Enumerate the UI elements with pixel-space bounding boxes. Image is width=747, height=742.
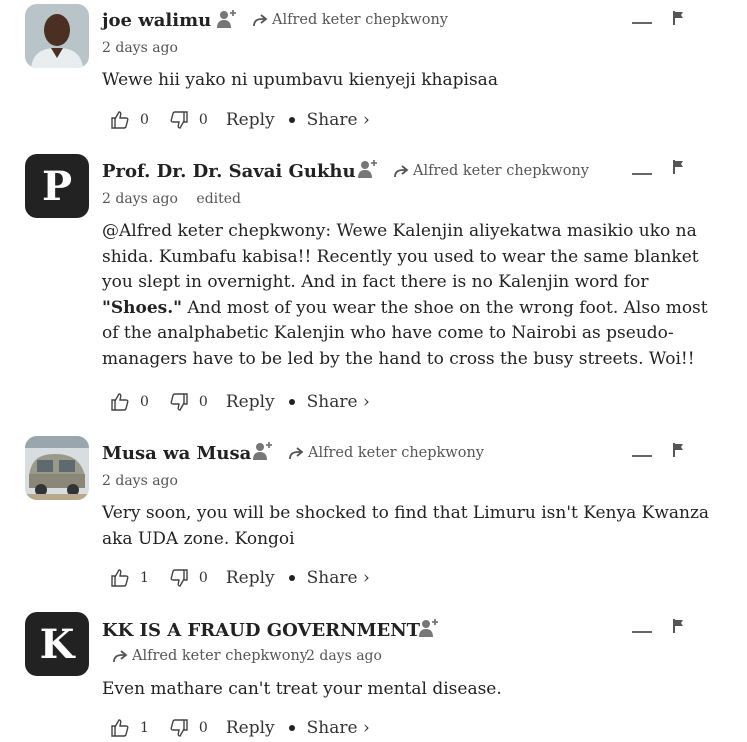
comment-text: Even mathare can't treat your mental dis… <box>102 679 502 699</box>
timestamp: 2 days ago <box>102 473 178 489</box>
thumbs-up-icon[interactable] <box>110 568 130 588</box>
reply-to-link[interactable]: Alfred keter chepkwony <box>112 648 308 664</box>
comment-actions: 0 0 Reply Share › <box>110 390 370 414</box>
flag-icon[interactable] <box>672 619 684 633</box>
bold-text: "Shoes." <box>102 297 182 318</box>
minimize-button[interactable] <box>632 173 652 175</box>
comment-meta: 2 days ago <box>102 473 178 489</box>
avatar[interactable] <box>25 436 89 500</box>
thumbs-up-icon[interactable] <box>110 110 130 130</box>
author-name[interactable]: Prof. Dr. Dr. Savai Gukhu <box>102 161 356 182</box>
share-button[interactable]: Share › <box>307 718 370 738</box>
avatar[interactable] <box>25 4 89 68</box>
follow-user-icon[interactable] <box>216 8 238 30</box>
reply-to-name: Alfred keter chepkwony <box>308 445 484 461</box>
user-photo-icon <box>25 4 89 68</box>
edited-label: edited <box>196 191 242 207</box>
comment-text: Wewe hii yako ni upumbavu kienyeji khapi… <box>102 70 498 90</box>
comment-meta: 2 days ago edited <box>102 191 241 207</box>
reply-to-name: Alfred keter chepkwony <box>272 12 448 28</box>
car-photo-icon <box>25 436 89 500</box>
follow-user-icon[interactable] <box>357 158 379 180</box>
author-name[interactable]: KK IS A FRAUD GOVERNMENT <box>102 620 420 641</box>
reply-button[interactable]: Reply <box>226 110 275 130</box>
reply-to-name: Alfred keter chepkwony <box>413 163 589 179</box>
share-button[interactable]: Share › <box>307 392 370 412</box>
reply-to-link[interactable]: Alfred keter chepkwony <box>393 163 589 179</box>
upvote-count: 0 <box>140 394 149 410</box>
upvote-count: 1 <box>140 570 149 586</box>
reply-arrow-icon <box>252 13 268 27</box>
author-name[interactable]: Musa wa Musa <box>102 443 251 464</box>
upvote-count: 0 <box>140 112 149 128</box>
reply-arrow-icon <box>393 164 409 178</box>
timestamp: 2 days ago <box>306 648 382 664</box>
follow-user-icon[interactable] <box>418 617 440 639</box>
flag-icon[interactable] <box>672 160 684 174</box>
comment-text: @Alfred keter chepkwony: Wewe Kalenjin a… <box>102 221 708 369</box>
follow-user-icon[interactable] <box>252 440 274 462</box>
downvote-count: 0 <box>198 570 208 586</box>
flag-icon[interactable] <box>672 443 684 457</box>
flag-icon[interactable] <box>672 11 684 25</box>
upvote-count: 1 <box>140 720 149 736</box>
comment-meta: 2 days ago <box>306 648 382 664</box>
reply-button[interactable]: Reply <box>226 392 275 412</box>
separator-dot <box>288 725 295 731</box>
separator-dot <box>288 117 295 123</box>
reply-to-link[interactable]: Alfred keter chepkwony <box>288 445 484 461</box>
minimize-button[interactable] <box>632 455 652 457</box>
share-button[interactable]: Share › <box>307 110 370 130</box>
separator-dot <box>288 399 295 405</box>
timestamp: 2 days ago <box>102 40 178 56</box>
share-button[interactable]: Share › <box>307 568 370 588</box>
reply-arrow-icon <box>288 446 304 460</box>
thumbs-down-icon[interactable] <box>169 110 189 130</box>
comment-actions: 0 0 Reply Share › <box>110 108 370 132</box>
comment-meta: 2 days ago <box>102 40 178 56</box>
downvote-count: 0 <box>198 720 208 736</box>
minimize-button[interactable] <box>632 631 652 633</box>
thumbs-down-icon[interactable] <box>169 718 189 738</box>
reply-button[interactable]: Reply <box>226 568 275 588</box>
timestamp: 2 days ago <box>102 191 178 207</box>
thumbs-down-icon[interactable] <box>169 392 189 412</box>
thumbs-down-icon[interactable] <box>169 568 189 588</box>
avatar[interactable]: K <box>25 612 89 676</box>
avatar[interactable]: P <box>25 154 89 218</box>
reply-button[interactable]: Reply <box>226 718 275 738</box>
thumbs-up-icon[interactable] <box>110 718 130 738</box>
reply-to-name: Alfred keter chepkwony <box>132 648 308 664</box>
author-name[interactable]: joe walimu <box>102 10 211 31</box>
minimize-button[interactable] <box>632 22 652 24</box>
thumbs-up-icon[interactable] <box>110 392 130 412</box>
reply-to-link[interactable]: Alfred keter chepkwony <box>252 12 448 28</box>
comment-actions: 1 0 Reply Share › <box>110 716 370 740</box>
downvote-count: 0 <box>198 394 208 410</box>
reply-arrow-icon <box>112 649 128 663</box>
comment-actions: 1 0 Reply Share › <box>110 566 370 590</box>
comment-text: Very soon, you will be shocked to find t… <box>102 503 710 549</box>
separator-dot <box>288 575 295 581</box>
downvote-count: 0 <box>198 112 208 128</box>
